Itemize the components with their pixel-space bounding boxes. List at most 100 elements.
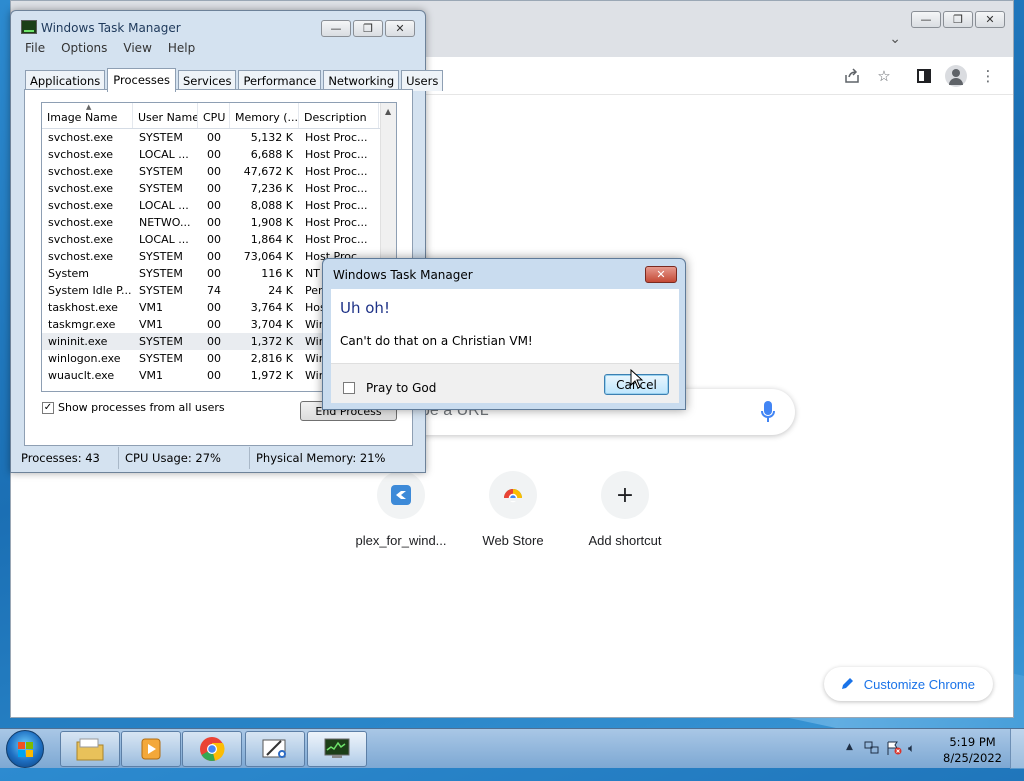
column-user-name[interactable]: User Name (133, 103, 198, 128)
cell-image-name: svchost.exe (48, 250, 114, 263)
tab-users[interactable]: Users (401, 70, 444, 91)
taskbar-chrome[interactable] (182, 731, 242, 767)
close-button[interactable]: ✕ (975, 11, 1005, 28)
task-manager-icon (324, 738, 350, 758)
microphone-icon[interactable] (761, 401, 775, 423)
minimize-button[interactable]: — (321, 20, 351, 37)
table-row[interactable]: svchost.exe LOCAL ... 00 8,088 K Host Proc..… (42, 197, 396, 214)
cell-cpu: 00 (207, 301, 221, 314)
volume-icon[interactable]: 🔈︎ (908, 741, 915, 756)
window-title: Windows Task Manager (41, 21, 181, 35)
cell-image-name: svchost.exe (48, 199, 114, 212)
customize-label: Customize Chrome (863, 676, 975, 692)
menu-help[interactable]: Help (168, 41, 195, 61)
table-row[interactable]: svchost.exe NETWO... 00 1,908 K Host Proc... (42, 214, 396, 231)
tab-processes[interactable]: Processes (107, 68, 176, 92)
kebab-menu-icon[interactable]: ⋮ (977, 65, 999, 87)
menu-file[interactable]: File (25, 41, 45, 61)
chrome-web-store-icon (489, 471, 537, 519)
status-physical-memory: Physical Memory: 21% (256, 451, 386, 465)
cell-memory: 116 K (261, 267, 293, 280)
dialog-close-button[interactable]: ✕ (645, 266, 677, 283)
cell-image-name: svchost.exe (48, 233, 114, 246)
cell-image-name: taskmgr.exe (48, 318, 116, 331)
cell-cpu: 00 (207, 267, 221, 280)
network-icon[interactable] (864, 741, 880, 758)
bookmark-star-icon[interactable]: ☆ (873, 65, 895, 87)
action-center-flag-icon[interactable] (886, 741, 902, 758)
shortcut-plex[interactable]: plex_for_wind... (351, 471, 451, 548)
minimize-button[interactable]: — (911, 11, 941, 28)
table-row[interactable]: svchost.exe LOCAL ... 00 6,688 K Host Proc..… (42, 146, 396, 163)
cell-cpu: 00 (207, 131, 221, 144)
column-cpu[interactable]: CPU (198, 103, 230, 128)
shortcut-web-store[interactable]: Web Store (463, 471, 563, 548)
taskbar-task-manager[interactable] (307, 731, 367, 767)
cell-user-name: LOCAL ... (139, 233, 189, 246)
menu-view[interactable]: View (123, 41, 151, 61)
side-panel-icon[interactable] (913, 65, 935, 87)
sort-ascending-icon: ▲ (86, 103, 92, 111)
cell-cpu: 00 (207, 335, 221, 348)
cell-user-name: VM1 (139, 318, 164, 331)
cell-image-name: winlogon.exe (48, 352, 121, 365)
tab-performance[interactable]: Performance (238, 70, 322, 91)
cell-description: Host Proc... (305, 165, 368, 178)
profile-avatar-icon[interactable] (945, 65, 967, 87)
cell-cpu: 00 (207, 165, 221, 178)
shortcut-add[interactable]: + Add shortcut (575, 471, 675, 548)
maximize-button[interactable]: ❐ (943, 11, 973, 28)
cell-user-name: LOCAL ... (139, 199, 189, 212)
share-icon[interactable] (841, 65, 863, 87)
column-memory[interactable]: Memory (... (230, 103, 299, 128)
show-hidden-icons-icon[interactable]: ▲ (846, 742, 853, 752)
chrome-window-controls: — ❐ ✕ (911, 11, 1005, 28)
maximize-button[interactable]: ❐ (353, 20, 383, 37)
taskbar-explorer[interactable] (60, 731, 120, 767)
task-manager-icon (21, 20, 37, 34)
show-desktop-button[interactable] (1010, 729, 1024, 769)
media-player-icon (141, 738, 161, 760)
table-row[interactable]: svchost.exe SYSTEM 00 7,236 K Host Proc... (42, 180, 396, 197)
show-all-users-option[interactable]: ✓ Show processes from all users (42, 401, 225, 414)
shortcut-label: Web Store (482, 533, 544, 548)
cell-image-name: taskhost.exe (48, 301, 118, 314)
show-all-users-checkbox[interactable]: ✓ (42, 401, 54, 414)
table-row[interactable]: svchost.exe SYSTEM 00 5,132 K Host Proc... (42, 129, 396, 146)
tab-applications[interactable]: Applications (25, 70, 106, 91)
taskbar-media-player[interactable] (121, 731, 181, 767)
taskbar: ▲ 🔈︎ 5:19 PM 8/25/2022 (0, 728, 1024, 769)
cell-memory: 24 K (268, 284, 293, 297)
table-row[interactable]: svchost.exe SYSTEM 00 47,672 K Host Proc... (42, 163, 396, 180)
tab-services[interactable]: Services (177, 70, 237, 91)
cell-memory: 6,688 K (250, 148, 293, 161)
scroll-up-arrow-icon[interactable]: ▲ (385, 107, 391, 116)
cell-user-name: LOCAL ... (139, 148, 189, 161)
chrome-icon (200, 737, 225, 761)
close-button[interactable]: ✕ (385, 20, 415, 37)
pray-option[interactable]: Pray to God (343, 381, 436, 395)
menu-bar: File Options View Help (11, 41, 195, 61)
column-description[interactable]: Description (299, 103, 379, 128)
table-row[interactable]: svchost.exe LOCAL ... 00 1,864 K Host Proc..… (42, 231, 396, 248)
cell-memory: 2,816 K (250, 352, 293, 365)
tab-networking[interactable]: Networking (323, 70, 400, 91)
dialog-footer: Pray to God Cancel (331, 363, 679, 403)
cell-description: Host Proc... (305, 182, 368, 195)
cell-user-name: SYSTEM (139, 165, 183, 178)
start-button[interactable] (6, 730, 44, 768)
taskbar-snipping-tool[interactable] (245, 731, 305, 767)
cell-cpu: 00 (207, 233, 221, 246)
customize-chrome-button[interactable]: Customize Chrome (823, 667, 993, 701)
cell-image-name: wininit.exe (48, 335, 108, 348)
shortcut-label: plex_for_wind... (355, 533, 447, 548)
cell-description: Host Proc... (305, 199, 368, 212)
clock-date: 8/25/2022 (943, 751, 1002, 765)
tab-search-chevron-icon[interactable]: ⌄ (889, 31, 901, 47)
menu-options[interactable]: Options (61, 41, 107, 61)
task-manager-titlebar[interactable]: Windows Task Manager — ❐ ✕ (11, 11, 425, 41)
clock[interactable]: 5:19 PM 8/25/2022 (943, 734, 1002, 766)
pray-checkbox[interactable] (343, 382, 355, 394)
plex-icon (377, 471, 425, 519)
dialog-title: Windows Task Manager (333, 268, 473, 282)
